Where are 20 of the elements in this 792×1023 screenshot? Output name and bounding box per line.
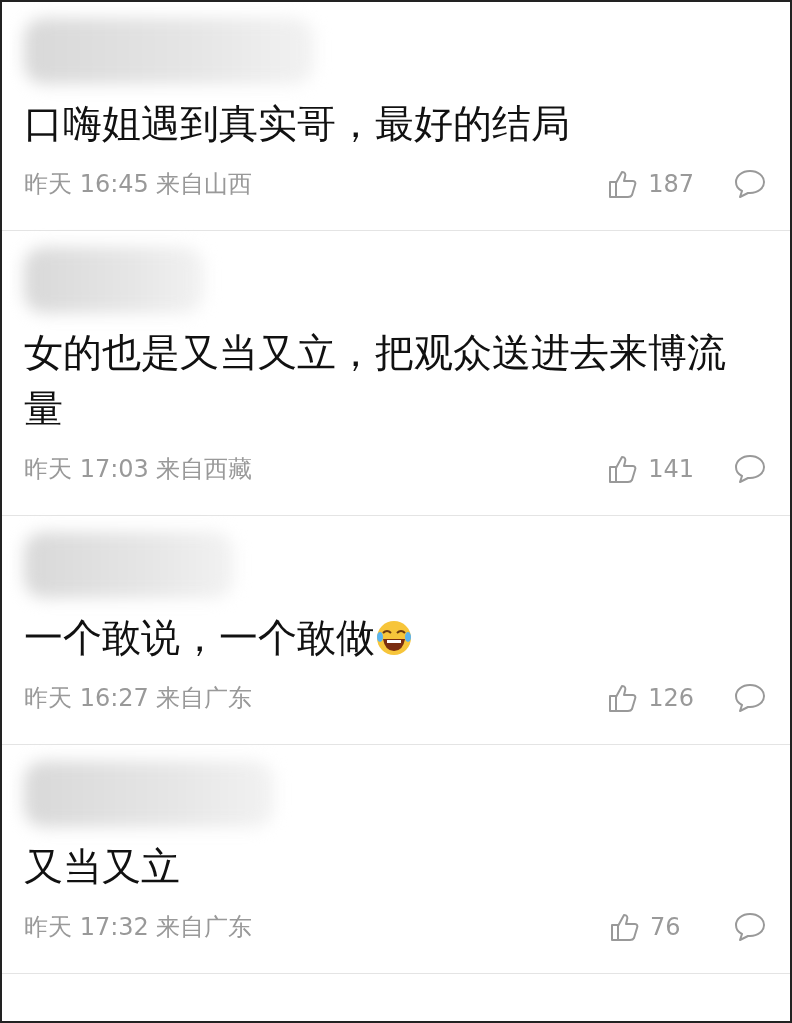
like-count: 141 [648, 455, 694, 483]
comment-text: 一个敢说，一个敢做 [24, 614, 375, 662]
comment-meta: 昨天 16:27 来自广东 [24, 683, 254, 714]
comment-icon[interactable] [734, 683, 766, 713]
comment-meta: 昨天 17:03 来自西藏 [24, 454, 254, 485]
thumbs-up-icon[interactable] [608, 683, 639, 713]
comment-icon[interactable] [734, 912, 766, 942]
thumbs-up-icon[interactable] [608, 169, 639, 199]
comment-icon[interactable] [734, 454, 766, 484]
comment-icon[interactable] [734, 169, 766, 199]
comment-text: 又当又立 [24, 843, 180, 891]
comment-meta: 昨天 16:45 来自山西 [24, 169, 254, 200]
like-count: 187 [648, 170, 694, 198]
thumbs-up-icon[interactable] [610, 912, 640, 942]
comment-text: 女的也是又当又立，把观众送进去来博流量 [24, 329, 726, 433]
like-count: 76 [650, 913, 682, 941]
comment-meta: 昨天 17:32 来自广东 [24, 912, 254, 943]
thumbs-up-icon[interactable] [608, 454, 639, 484]
comment-text: 口嗨姐遇到真实哥，最好的结局 [24, 100, 570, 148]
like-count: 126 [648, 684, 694, 712]
